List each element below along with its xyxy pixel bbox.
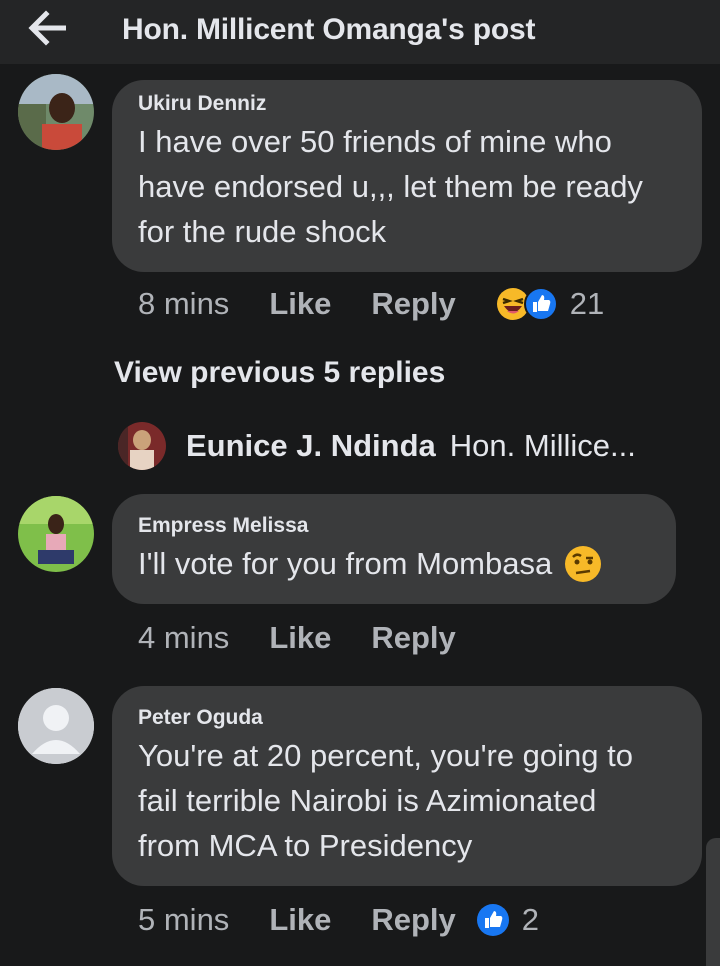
comment-text-row: I'll vote for you from Mombasa: [138, 541, 650, 586]
arrow-left-icon: [28, 10, 66, 46]
back-button[interactable]: [28, 10, 68, 46]
avatar-peter-oguda[interactable]: [18, 688, 94, 764]
comment-bubble: Peter Oguda You're at 20 percent, you're…: [112, 686, 702, 886]
scrollbar-thumb[interactable]: [706, 838, 720, 966]
raised-eyebrow-emoji-icon: [565, 545, 602, 582]
avatar-eunice-ndinda[interactable]: [118, 422, 166, 470]
comment-text: I'll vote for you from Mombasa: [138, 546, 553, 581]
reactions-summary[interactable]: 2: [476, 902, 539, 938]
avatar-ukiru-denniz[interactable]: [18, 74, 94, 150]
reply-snippet: Hon. Millice...: [449, 428, 636, 463]
thumbs-up-reaction-icon: [476, 904, 509, 936]
reaction-count: 21: [569, 286, 605, 321]
comment-timestamp: 5 mins: [138, 902, 230, 937]
comment-timestamp: 8 mins: [138, 286, 230, 321]
comment-actions: 8 mins Like Reply 21: [138, 286, 604, 322]
reaction-count: 2: [521, 902, 540, 937]
view-previous-replies-link[interactable]: View previous 5 replies: [114, 356, 445, 390]
comment-text: You're at 20 percent, you're going to fa…: [138, 738, 633, 863]
thumbs-up-reaction-icon: [523, 287, 558, 321]
comment-text: I have over 50 friends of mine who have …: [138, 124, 643, 249]
like-button[interactable]: Like: [269, 620, 331, 656]
comment-author[interactable]: Peter Oguda: [138, 686, 676, 730]
comment-actions: 5 mins Like Reply 2: [138, 902, 539, 938]
like-button[interactable]: Like: [269, 902, 331, 938]
page-title: Hon. Millicent Omanga's post: [122, 13, 536, 46]
reply-author[interactable]: Eunice J. Ndinda: [186, 428, 436, 464]
like-button[interactable]: Like: [269, 286, 331, 322]
comment-bubble: Ukiru Denniz I have over 50 friends of m…: [112, 80, 702, 272]
comment-timestamp: 4 mins: [138, 620, 230, 655]
reactions-summary[interactable]: 21: [496, 286, 604, 322]
collapsed-reply[interactable]: Eunice J. Ndinda Hon. Millice...: [118, 420, 636, 472]
comment-bubble: Empress Melissa I'll vote for you from M…: [112, 494, 676, 604]
reply-button[interactable]: Reply: [371, 902, 455, 938]
reply-button[interactable]: Reply: [371, 620, 455, 656]
comment-author[interactable]: Empress Melissa: [138, 494, 650, 538]
comment-actions: 4 mins Like Reply: [138, 620, 496, 656]
comment-author[interactable]: Ukiru Denniz: [138, 80, 676, 116]
reply-button[interactable]: Reply: [371, 286, 455, 322]
app-header: Hon. Millicent Omanga's post: [0, 0, 720, 64]
avatar-empress-melissa[interactable]: [18, 496, 94, 572]
